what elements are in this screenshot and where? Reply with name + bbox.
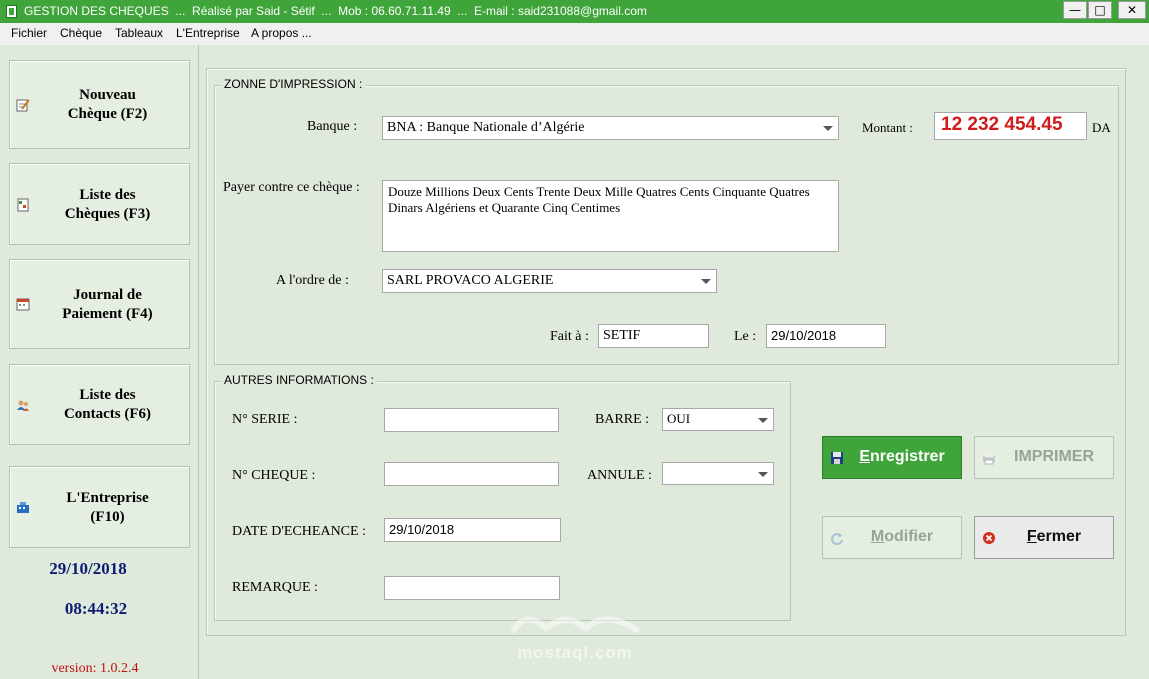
fermer-button[interactable]: Fermer <box>974 516 1114 559</box>
other-info-legend: AUTRES INFORMATIONS : <box>221 373 377 387</box>
save-icon <box>831 452 843 464</box>
menu-bar: Fichier Chèque Tableaux L'Entreprise A p… <box>0 23 1149 45</box>
title-bar[interactable]: GESTION DES CHEQUES ... Réalisé par Said… <box>0 0 1149 23</box>
current-time: 08:44:32 <box>64 599 128 618</box>
montant-label: Montant : <box>862 120 913 135</box>
nouveau-cheque-label: Nouveau Chèque (F2) <box>67 87 148 122</box>
annule-select[interactable] <box>662 462 774 485</box>
liste-contacts-label: Liste des Contacts (F6) <box>63 387 152 422</box>
print-zone-legend: ZONNE D'IMPRESSION : <box>221 77 366 91</box>
contacts-icon <box>17 400 29 411</box>
entreprise-label: L'Entreprise (F10) <box>66 490 149 525</box>
cheque-list-icon <box>17 198 29 212</box>
imprimer-button[interactable]: IMPRIMER <box>974 436 1114 479</box>
banque-value: BNA : Banque Nationale d’Algérie <box>387 120 585 135</box>
close-icon <box>983 532 995 544</box>
ordre-select[interactable]: SARL PROVACO ALGERIE <box>382 269 717 293</box>
maximize-button[interactable]: □ <box>1088 1 1112 19</box>
banque-select[interactable]: BNA : Banque Nationale d’Algérie <box>382 116 839 140</box>
menu-tableaux[interactable]: Tableaux <box>115 26 163 40</box>
annule-label: ANNULE : <box>587 468 652 483</box>
remarque-label: REMARQUE : <box>232 580 318 595</box>
printer-icon <box>983 453 995 465</box>
current-date: 29/10/2018 <box>49 559 127 578</box>
cheque-number-label: N° CHEQUE : <box>232 468 316 483</box>
cheque-number-field[interactable] <box>384 462 559 486</box>
fermer-label: Fermer <box>1026 528 1082 545</box>
chevron-down-icon <box>758 472 768 477</box>
menu-fichier[interactable]: Fichier <box>11 26 47 40</box>
app-icon <box>6 5 17 18</box>
currency-label: DA <box>1092 120 1111 135</box>
fait-field[interactable]: SETIF <box>598 324 709 348</box>
liste-cheques-label: Liste des Chèques (F3) <box>64 187 151 222</box>
payer-text[interactable]: Douze Millions Deux Cents Trente Deux Mi… <box>382 180 839 252</box>
refresh-icon <box>831 533 843 545</box>
modifier-button[interactable]: Modifier <box>822 516 962 559</box>
le-date-field[interactable]: 29/10/2018 <box>766 324 886 348</box>
watermark-text: mostaql.com <box>517 643 633 662</box>
banque-label: Banque : <box>307 119 358 134</box>
imprimer-label: IMPRIMER <box>1014 448 1094 465</box>
menu-cheque[interactable]: Chèque <box>60 26 102 40</box>
chevron-down-icon <box>758 418 768 423</box>
chevron-down-icon <box>823 126 833 131</box>
liste-contacts-button[interactable]: Liste des Contacts (F6) <box>9 364 190 445</box>
mostaql-logo-watermark <box>511 616 639 633</box>
echeance-date-field[interactable]: 29/10/2018 <box>384 518 561 542</box>
fait-label: Fait à : <box>550 329 589 344</box>
enregistrer-label: Enregistrer <box>859 448 945 465</box>
le-label: Le : <box>734 329 757 344</box>
edit-cheque-icon <box>16 99 30 112</box>
journal-paiement-label: Journal de Paiement (F4) <box>62 287 153 322</box>
close-window-button[interactable]: ✕ <box>1118 1 1146 19</box>
calendar-journal-icon <box>16 298 30 311</box>
serie-field[interactable] <box>384 408 559 432</box>
remarque-field[interactable] <box>384 576 560 600</box>
chevron-down-icon <box>701 279 711 284</box>
minimize-button[interactable]: — <box>1063 1 1087 19</box>
echeance-label: DATE D'ECHEANCE : <box>232 524 366 539</box>
liste-cheques-button[interactable]: Liste des Chèques (F3) <box>9 163 190 245</box>
montant-field[interactable]: 12 232 454.45 <box>934 112 1087 140</box>
barre-value: OUI <box>667 411 691 426</box>
payer-label: Payer contre ce chèque : <box>223 180 360 195</box>
journal-paiement-button[interactable]: Journal de Paiement (F4) <box>9 259 190 349</box>
barre-select[interactable]: OUI <box>662 408 774 431</box>
ordre-value: SARL PROVACO ALGERIE <box>387 273 554 288</box>
version-label: version: 1.0.2.4 <box>51 661 139 676</box>
window-title: GESTION DES CHEQUES ... Réalisé par Said… <box>24 4 647 18</box>
menu-entreprise[interactable]: L'Entreprise <box>176 26 240 40</box>
enregistrer-button[interactable]: Enregistrer <box>822 436 962 479</box>
ordre-label: A l'ordre de : <box>276 273 349 288</box>
modifier-label: Modifier <box>870 528 934 545</box>
nouveau-cheque-button[interactable]: Nouveau Chèque (F2) <box>9 60 190 149</box>
serie-label: N° SERIE : <box>232 412 298 427</box>
entreprise-button[interactable]: L'Entreprise (F10) <box>9 466 190 548</box>
sidebar: Nouveau Chèque (F2) Liste des Chèques (F… <box>0 45 199 679</box>
company-icon <box>17 502 29 513</box>
menu-a-propos[interactable]: A propos ... <box>251 26 312 40</box>
barre-label: BARRE : <box>595 412 650 427</box>
